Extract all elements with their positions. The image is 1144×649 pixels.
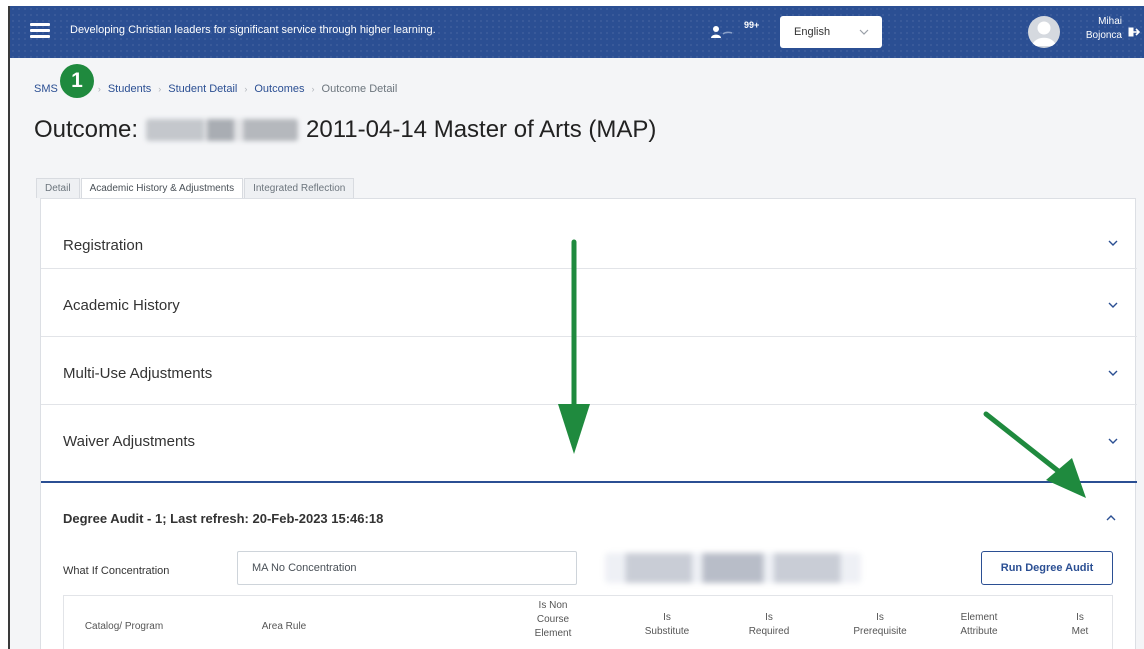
header-text: Catalog/ Program xyxy=(84,621,164,632)
accordion-academic-history[interactable]: Academic History xyxy=(41,269,1137,337)
language-select[interactable]: English xyxy=(780,16,882,48)
tab-bar: Detail Academic History & Adjustments In… xyxy=(36,178,355,198)
chevron-up-icon[interactable] xyxy=(1105,512,1117,524)
accordion-waiver-adjustments[interactable]: Waiver Adjustments xyxy=(41,405,1137,481)
header-text: Is xyxy=(765,612,773,623)
breadcrumb-separator: › xyxy=(244,84,248,94)
hamburger-icon[interactable] xyxy=(30,23,50,39)
language-value: English xyxy=(794,26,831,38)
user-first-name: Mihai xyxy=(1098,16,1122,27)
redacted-degree-select[interactable] xyxy=(605,553,861,583)
breadcrumb-outcomes[interactable]: Outcomes xyxy=(254,83,304,95)
what-if-concentration-label: What If Concentration xyxy=(63,565,170,577)
header-text: Is Non xyxy=(538,600,568,611)
header-text: Course xyxy=(536,614,570,625)
page-title: Outcome: 2011-04-14 Master of Arts (MAP) xyxy=(34,116,656,144)
column-header-is-required[interactable]: Is Required xyxy=(734,611,804,639)
step-number-badge: 1 xyxy=(60,64,94,98)
header-text: Is xyxy=(663,612,671,623)
header-text: Required xyxy=(748,626,790,637)
column-header-element-attribute[interactable]: Element Attribute xyxy=(944,611,1014,639)
header-text: Met xyxy=(1071,626,1089,637)
user-last-name: Bojonca xyxy=(1085,30,1122,41)
title-outcome: 2011-04-14 Master of Arts (MAP) xyxy=(306,116,657,143)
column-header-area-rule[interactable]: Area Rule xyxy=(244,620,324,634)
breadcrumb-current: Outcome Detail xyxy=(321,83,398,95)
header-text: Is xyxy=(876,612,884,623)
chevron-down-icon xyxy=(1108,438,1118,444)
tab-detail[interactable]: Detail xyxy=(36,178,80,198)
active-section-divider xyxy=(41,481,1137,483)
chevron-down-icon xyxy=(859,29,869,35)
breadcrumb-separator: › xyxy=(311,84,315,94)
title-prefix: Outcome: xyxy=(34,116,139,143)
header-text: Element xyxy=(534,628,572,639)
redacted-student-name xyxy=(146,119,299,141)
user-name[interactable]: Mihai Bojonca xyxy=(1072,15,1122,43)
users-icon xyxy=(711,26,733,38)
accordion-label: Academic History xyxy=(63,297,180,314)
accordion-panel: Registration Academic History Multi-Use … xyxy=(40,198,1137,649)
accordion-label: Registration xyxy=(63,237,144,254)
breadcrumb-students[interactable]: Students xyxy=(108,83,151,95)
chevron-down-icon xyxy=(1108,370,1118,376)
column-header-is-non-course-element[interactable]: Is Non Course Element xyxy=(518,599,588,641)
site-tagline: Developing Christian leaders for signifi… xyxy=(70,24,436,36)
breadcrumb-student-detail[interactable]: Student Detail xyxy=(168,83,237,95)
chevron-down-icon xyxy=(1108,240,1118,246)
tab-integrated-reflection[interactable]: Integrated Reflection xyxy=(244,178,355,198)
chevron-down-icon xyxy=(1108,302,1118,308)
avatar-icon[interactable] xyxy=(1028,16,1060,48)
breadcrumb-separator: › xyxy=(158,84,162,94)
column-header-catalog-program[interactable]: Catalog/ Program xyxy=(74,620,174,634)
header-text: Is xyxy=(1076,612,1084,623)
run-degree-audit-button[interactable]: Run Degree Audit xyxy=(981,551,1113,585)
header-text: Substitute xyxy=(644,626,690,637)
accordion-label: Waiver Adjustments xyxy=(63,433,195,450)
logout-icon[interactable] xyxy=(1128,26,1140,38)
header-text: Element xyxy=(960,612,998,623)
breadcrumb-separator: › xyxy=(97,84,101,94)
column-header-is-substitute[interactable]: Is Substitute xyxy=(632,611,702,639)
tab-academic-history-adjustments[interactable]: Academic History & Adjustments xyxy=(80,178,244,198)
accordion-label: Multi-Use Adjustments xyxy=(63,365,213,382)
header-text: Attribute xyxy=(960,626,998,637)
accordion-registration[interactable]: Registration xyxy=(41,199,1137,269)
notification-count: 99+ xyxy=(744,20,760,30)
breadcrumb-sms[interactable]: SMS xyxy=(34,83,58,95)
top-navbar: Developing Christian leaders for signifi… xyxy=(10,6,1144,58)
header-text: Area Rule xyxy=(261,621,307,632)
degree-audit-table-header: Catalog/ Program Area Rule Is Non Course… xyxy=(63,595,1113,649)
header-text: Prerequisite xyxy=(853,626,907,637)
degree-audit-title: Degree Audit - 1; Last refresh: 20-Feb-2… xyxy=(63,511,384,526)
column-header-is-met[interactable]: Is Met xyxy=(1060,611,1100,639)
accordion-multi-use-adjustments[interactable]: Multi-Use Adjustments xyxy=(41,337,1137,405)
what-if-concentration-input[interactable]: MA No Concentration xyxy=(237,551,577,585)
notifications-button[interactable]: 99+ xyxy=(710,20,766,45)
column-header-is-prerequisite[interactable]: Is Prerequisite xyxy=(840,611,920,639)
app-frame: Developing Christian leaders for signifi… xyxy=(8,6,1144,649)
